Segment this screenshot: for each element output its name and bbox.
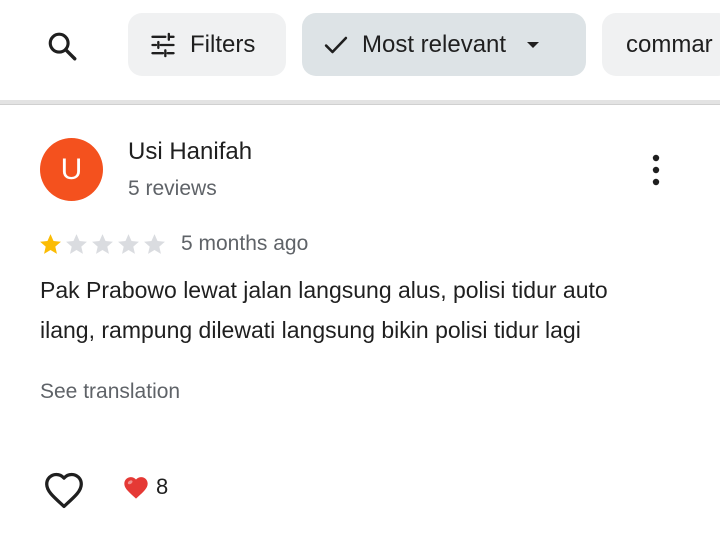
star-empty-icon xyxy=(144,234,165,254)
toolbar-divider xyxy=(0,100,720,105)
star-empty-icon xyxy=(92,234,113,254)
dropdown-arrow-icon xyxy=(524,39,542,51)
check-icon xyxy=(322,31,350,59)
filters-chip-label: Filters xyxy=(190,30,256,58)
star-empty-icon xyxy=(66,234,87,254)
reaction-summary[interactable]: 8 xyxy=(122,474,168,500)
sort-chip[interactable]: Most relevant xyxy=(302,13,586,76)
star-filled-icon xyxy=(40,234,61,254)
filters-chip[interactable]: Filters xyxy=(128,13,286,76)
more-vert-icon xyxy=(652,154,660,186)
reviewer-review-count: 5 reviews xyxy=(128,177,217,200)
like-button[interactable] xyxy=(42,468,86,512)
avatar[interactable]: U xyxy=(40,138,103,201)
tune-icon xyxy=(148,31,178,59)
star-rating xyxy=(38,232,167,257)
search-button[interactable] xyxy=(36,20,88,72)
search-icon xyxy=(48,32,77,61)
reaction-count: 8 xyxy=(156,474,169,499)
topic-chip[interactable]: commar xyxy=(602,13,720,76)
review-time: 5 months ago xyxy=(181,232,309,255)
heart-outline-icon xyxy=(45,472,83,509)
see-translation-link[interactable]: See translation xyxy=(40,380,180,404)
star-empty-icon xyxy=(118,234,139,254)
top-toolbar: Filters Most relevant commar xyxy=(0,0,720,102)
topic-chip-label: commar xyxy=(626,30,713,58)
more-options-button[interactable] xyxy=(638,150,674,190)
review-text-line: ilang, rampung dilewati langsung bikin p… xyxy=(40,317,581,343)
avatar-letter: U xyxy=(60,152,83,186)
sort-chip-label: Most relevant xyxy=(362,30,507,58)
red-heart-icon xyxy=(124,477,148,499)
review-text: Pak Prabowo lewat jalan langsung alus, p… xyxy=(40,270,700,350)
reviewer-name[interactable]: Usi Hanifah xyxy=(128,138,252,166)
review-text-line: Pak Prabowo lewat jalan langsung alus, p… xyxy=(40,277,608,303)
